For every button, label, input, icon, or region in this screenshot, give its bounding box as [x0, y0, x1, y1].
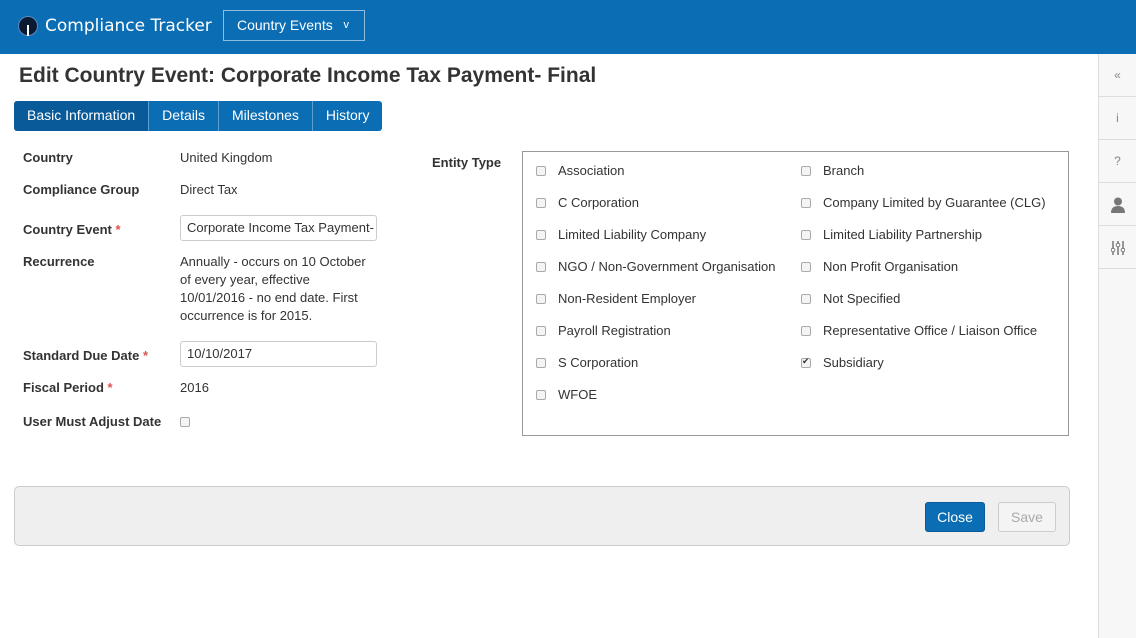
due-date-label: Standard Due Date *: [23, 348, 148, 363]
entity-option-label: Representative Office / Liaison Office: [823, 323, 1038, 338]
entity-type-option[interactable]: Limited Liability Partnership: [801, 227, 982, 242]
entity-type-option[interactable]: Association: [536, 163, 624, 178]
entity-option-label: Not Specified: [823, 291, 901, 306]
tab-history[interactable]: History: [312, 101, 383, 131]
fiscal-value: 2016: [180, 380, 209, 395]
entity-checkbox[interactable]: [536, 357, 546, 368]
entity-option-label: Limited Liability Partnership: [823, 227, 982, 242]
top-bar: Compliance Tracker Country Events v: [0, 0, 1136, 54]
recurrence-label: Recurrence: [23, 254, 95, 269]
footer-bar: Close Save: [14, 486, 1070, 546]
chevron-down-icon: v: [343, 19, 350, 31]
event-label: Country Event *: [23, 222, 121, 237]
country-value: United Kingdom: [180, 150, 273, 165]
entity-type-list: Association Branch C Corporation Company Li…: [522, 151, 1069, 436]
entity-option-label: Association: [558, 163, 625, 178]
country-label: Country: [23, 150, 73, 165]
entity-type-option[interactable]: Payroll Registration: [536, 323, 671, 338]
entity-option-label: S Corporation: [558, 355, 639, 370]
entity-option-label: Subsidiary: [823, 355, 884, 370]
entity-checkbox[interactable]: [536, 165, 546, 176]
entity-checkbox[interactable]: [536, 389, 546, 400]
entity-type-option[interactable]: Not Specified: [801, 291, 900, 306]
entity-checkbox[interactable]: [536, 197, 546, 208]
settings-sliders-icon[interactable]: [1099, 226, 1136, 269]
entity-type-label: Entity Type: [432, 155, 502, 170]
entity-option-label: Limited Liability Company: [558, 227, 707, 242]
recurrence-value: Annually - occurs on 10 October of every…: [180, 254, 366, 323]
menu-label: Country Events: [237, 17, 333, 33]
app-title[interactable]: Compliance Tracker: [45, 16, 212, 36]
right-sidebar: « i ?: [1098, 54, 1136, 638]
entity-checkbox[interactable]: [801, 356, 811, 368]
entity-type-option[interactable]: Representative Office / Liaison Office: [801, 323, 1037, 338]
collapse-icon[interactable]: «: [1099, 54, 1136, 97]
entity-type-option[interactable]: Non-Resident Employer: [536, 291, 696, 306]
entity-type-option[interactable]: S Corporation: [536, 355, 638, 370]
entity-checkbox[interactable]: [801, 261, 811, 272]
entity-type-option[interactable]: Company Limited by Guarantee (CLG): [801, 195, 1046, 210]
entity-option-label: Branch: [823, 163, 865, 178]
fiscal-label: Fiscal Period *: [23, 380, 113, 395]
entity-option-label: Payroll Registration: [558, 323, 671, 338]
tab-details[interactable]: Details: [149, 101, 219, 131]
country-events-menu[interactable]: Country Events v: [223, 10, 365, 41]
entity-option-label: Non-Resident Employer: [558, 291, 697, 306]
entity-option-label: Non Profit Organisation: [823, 259, 959, 274]
page-title: Edit Country Event: Corporate Income Tax…: [19, 64, 597, 87]
entity-type-option[interactable]: Limited Liability Company: [536, 227, 706, 242]
tab-basic-information[interactable]: Basic Information: [14, 101, 150, 131]
entity-checkbox[interactable]: [801, 293, 811, 304]
entity-type-option[interactable]: NGO / Non-Government Organisation: [536, 259, 775, 274]
entity-type-option[interactable]: Subsidiary: [801, 355, 884, 370]
entity-checkbox[interactable]: [536, 293, 546, 304]
group-label: Compliance Group: [23, 182, 140, 197]
entity-type-option[interactable]: Branch: [801, 163, 864, 178]
entity-type-option[interactable]: WFOE: [536, 387, 597, 402]
entity-option-label: WFOE: [558, 387, 597, 402]
entity-checkbox[interactable]: [801, 165, 811, 176]
entity-checkbox[interactable]: [536, 261, 546, 272]
tab-milestones[interactable]: Milestones: [218, 101, 313, 131]
adjust-label: User Must Adjust Date: [23, 414, 162, 429]
entity-option-label: C Corporation: [558, 195, 639, 210]
entity-checkbox[interactable]: [536, 229, 546, 240]
entity-type-option[interactable]: C Corporation: [536, 195, 639, 210]
group-value: Direct Tax: [180, 182, 238, 197]
entity-option-label: Company Limited by Guarantee (CLG): [823, 195, 1046, 210]
entity-checkbox[interactable]: [801, 229, 811, 240]
entity-checkbox[interactable]: [801, 197, 811, 208]
info-icon[interactable]: i: [1099, 97, 1136, 140]
entity-option-label: NGO / Non-Government Organisation: [558, 259, 776, 274]
entity-checkbox[interactable]: [536, 325, 546, 336]
logo-icon: [18, 16, 38, 36]
close-button[interactable]: Close: [925, 502, 985, 532]
user-icon[interactable]: [1099, 183, 1136, 226]
tab-bar: Basic Information Details Milestones His…: [14, 101, 383, 131]
save-button[interactable]: Save: [998, 502, 1056, 532]
help-icon[interactable]: ?: [1099, 140, 1136, 183]
country-event-input[interactable]: Corporate Income Tax Payment- Final: [180, 215, 377, 241]
entity-checkbox[interactable]: [801, 325, 811, 336]
adjust-date-checkbox[interactable]: [180, 417, 190, 427]
entity-type-option[interactable]: Non Profit Organisation: [801, 259, 958, 274]
due-date-input[interactable]: 10/10/2017: [180, 341, 377, 367]
